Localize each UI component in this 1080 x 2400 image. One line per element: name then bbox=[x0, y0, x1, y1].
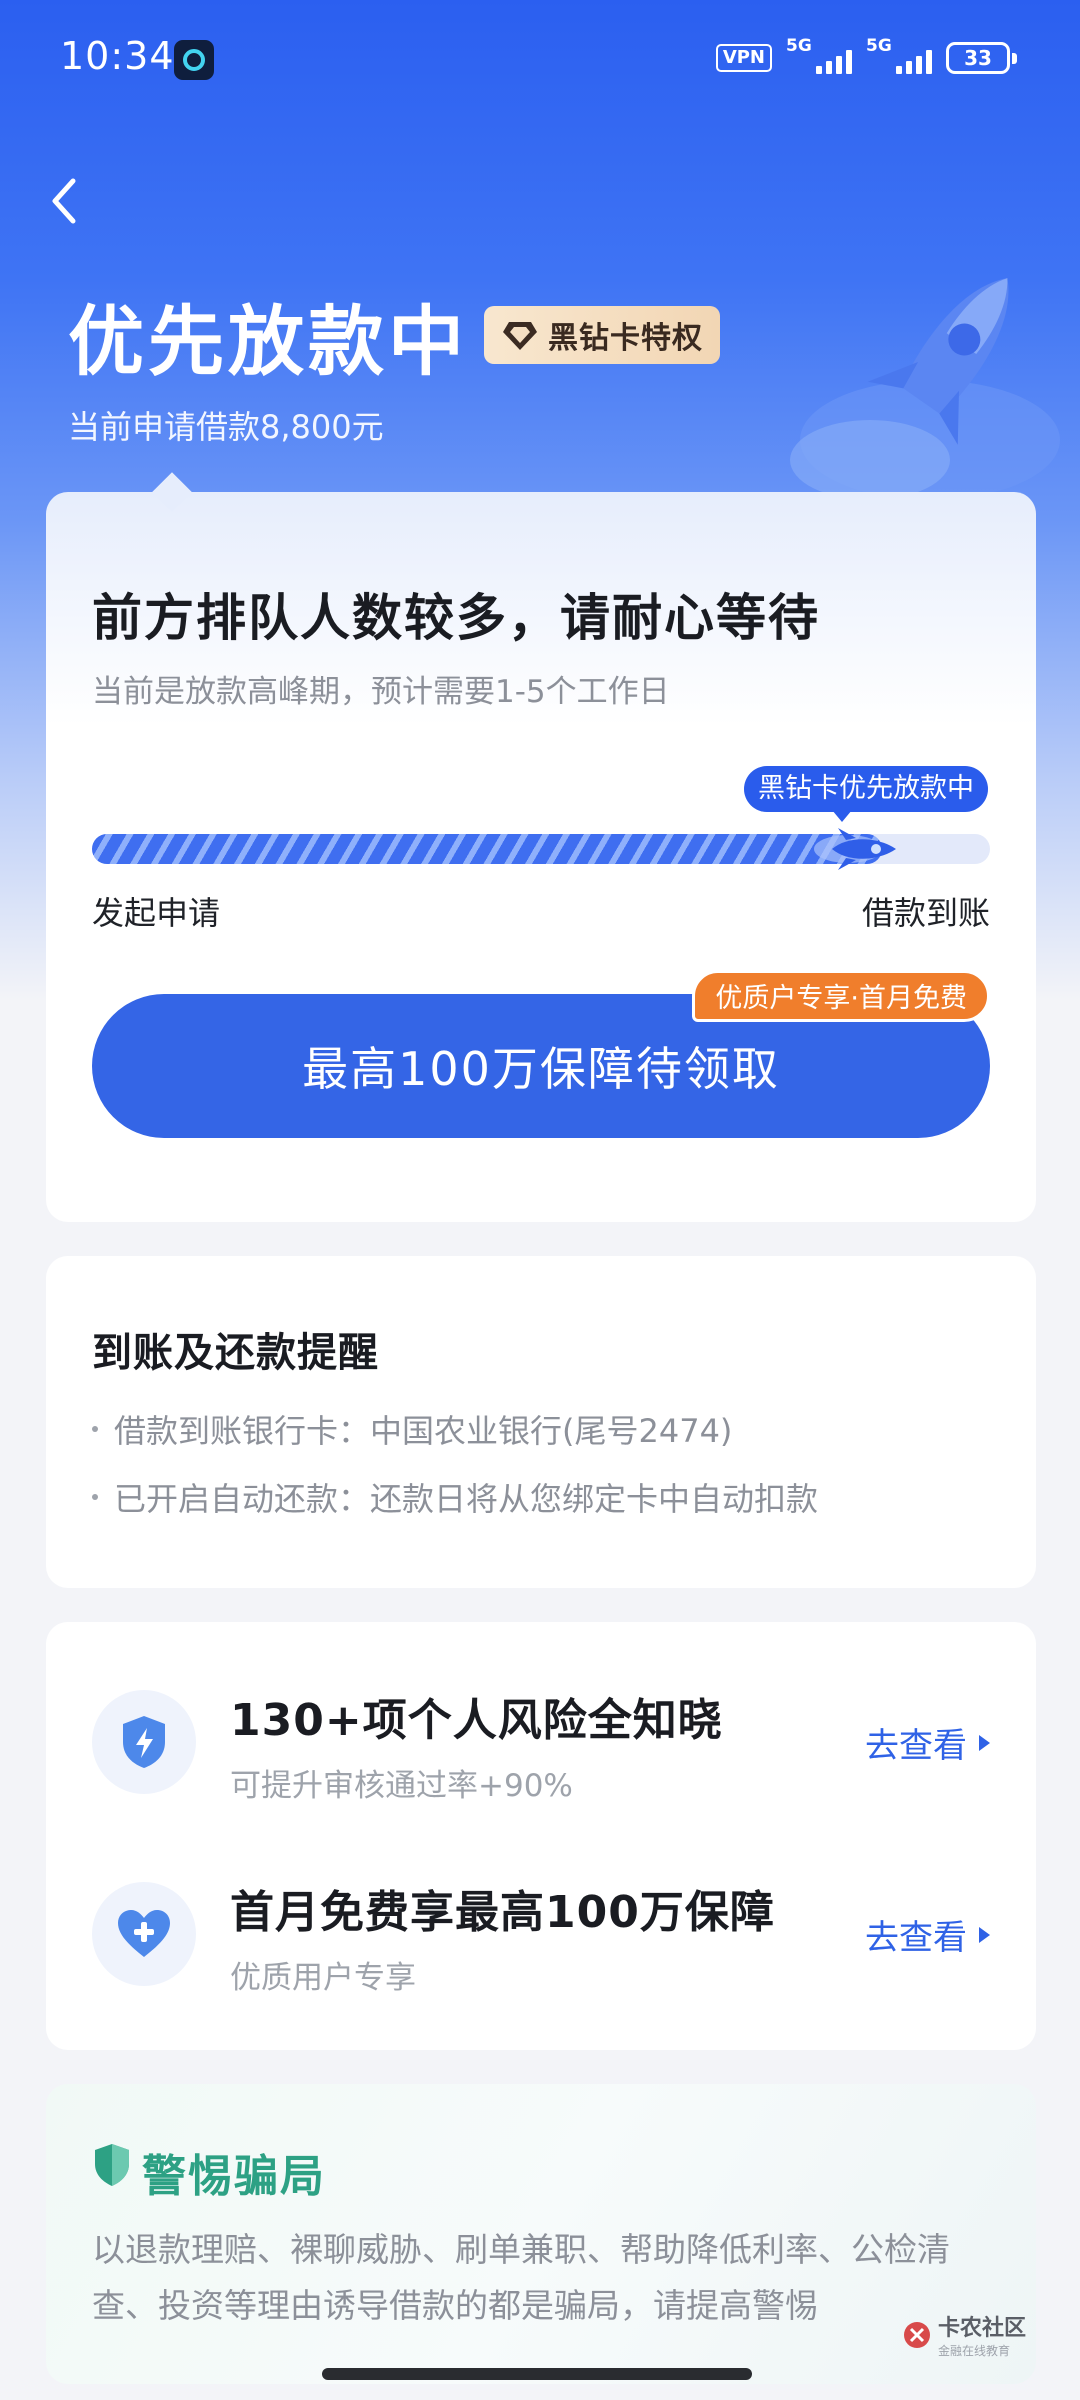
diamond-heart-icon bbox=[503, 322, 537, 350]
status-time: 10:34 bbox=[60, 34, 175, 78]
service-item-protection[interactable]: 首月免费享最高100万保障 优质用户专享 去查看 bbox=[46, 1860, 1036, 2010]
back-button[interactable] bbox=[36, 166, 92, 236]
progress-bar bbox=[92, 828, 990, 870]
fraud-warning-card: 警惕骗局 以退款理赔、裸聊威胁、刷单兼职、帮助降低利率、公检清查、投资等理由诱导… bbox=[46, 2084, 1036, 2384]
service-title: 首月免费享最高100万保障 bbox=[230, 1887, 775, 1938]
page-title: 优先放款中 bbox=[68, 297, 468, 386]
caret-right-icon bbox=[979, 1734, 990, 1751]
reminder-item: 借款到账银行卡：中国农业银行(尾号2474) bbox=[92, 1406, 732, 1452]
shield-bolt-icon bbox=[92, 1690, 196, 1794]
heart-plus-icon bbox=[92, 1882, 196, 1986]
caret-right-icon bbox=[979, 1926, 990, 1943]
service-subtitle: 可提升审核通过率+90% bbox=[230, 1768, 573, 1804]
service-title: 130+项个人风险全知晓 bbox=[230, 1695, 723, 1746]
signal-icon: 5G bbox=[866, 36, 932, 78]
loan-amount-subtitle: 当前申请借款8,800元 bbox=[68, 408, 384, 446]
rocket-illustration bbox=[790, 278, 1060, 500]
network-type-label: 5G bbox=[786, 36, 812, 56]
network-type-label: 5G bbox=[866, 36, 892, 56]
vip-badge-label: 黑钻卡特权 bbox=[548, 321, 703, 356]
reminder-item: 已开启自动还款：还款日将从您绑定卡中自动扣款 bbox=[92, 1474, 818, 1520]
progress-tooltip: 黑钻卡优先放款中 bbox=[744, 766, 988, 822]
loan-status-card: 前方排队人数较多，请耐心等待 当前是放款高峰期，预计需要1-5个工作日 黑钻卡优… bbox=[46, 492, 1036, 1222]
progress-start-label: 发起申请 bbox=[92, 894, 221, 932]
view-link-label: 去查看 bbox=[865, 1726, 967, 1766]
chevron-left-icon bbox=[52, 178, 76, 224]
progress-end-label: 借款到账 bbox=[861, 894, 990, 932]
warning-text: 以退款理赔、裸聊威胁、刷单兼职、帮助降低利率、公检清查、投资等理由诱导借款的都是… bbox=[92, 2230, 950, 2325]
services-card: 130+项个人风险全知晓 可提升审核通过率+90% 去查看 首月免费享最高100… bbox=[46, 1622, 1036, 2050]
community-watermark: 卡农社区 金融在线教育 bbox=[902, 2310, 1026, 2359]
queue-subheading: 当前是放款高峰期，预计需要1-5个工作日 bbox=[92, 674, 670, 710]
vpn-icon: VPN bbox=[715, 44, 772, 72]
battery-icon: 33 bbox=[946, 42, 1017, 74]
shield-icon bbox=[95, 2144, 129, 2186]
vip-badge: 黑钻卡特权 bbox=[484, 306, 720, 364]
warning-title: 警惕骗局 bbox=[142, 2151, 326, 2202]
view-link[interactable]: 去查看 bbox=[865, 1718, 990, 1767]
reminder-card: 到账及还款提醒 借款到账银行卡：中国农业银行(尾号2474) 已开启自动还款：还… bbox=[46, 1256, 1036, 1588]
rocket-icon bbox=[814, 828, 896, 870]
service-subtitle: 优质用户专享 bbox=[230, 1960, 416, 1996]
status-bar: 10:34 VPN 5G 5G 33 bbox=[0, 0, 1080, 120]
service-item-risk-report[interactable]: 130+项个人风险全知晓 可提升审核通过率+90% 去查看 bbox=[46, 1668, 1036, 1818]
status-indicators: VPN 5G 5G 33 bbox=[715, 36, 1017, 78]
reminder-title: 到账及还款提醒 bbox=[92, 1330, 379, 1376]
watermark-title: 卡农社区 bbox=[938, 2316, 1027, 2341]
view-link-label: 去查看 bbox=[865, 1918, 967, 1958]
home-indicator[interactable] bbox=[322, 2368, 752, 2380]
watermark-subtitle: 金融在线教育 bbox=[938, 2344, 1011, 2358]
reminder-item-text: 借款到账银行卡：中国农业银行(尾号2474) bbox=[114, 1412, 733, 1450]
view-link[interactable]: 去查看 bbox=[865, 1910, 990, 1959]
queue-heading: 前方排队人数较多，请耐心等待 bbox=[92, 589, 820, 647]
notification-app-icon bbox=[174, 40, 214, 80]
reminder-item-text: 已开启自动还款：还款日将从您绑定卡中自动扣款 bbox=[114, 1480, 819, 1518]
progress-bar-fill bbox=[92, 834, 882, 864]
promo-tag: 优质户专享·首月免费 bbox=[692, 970, 990, 1022]
watermark-logo-icon bbox=[904, 2321, 930, 2348]
signal-icon: 5G bbox=[786, 36, 852, 78]
